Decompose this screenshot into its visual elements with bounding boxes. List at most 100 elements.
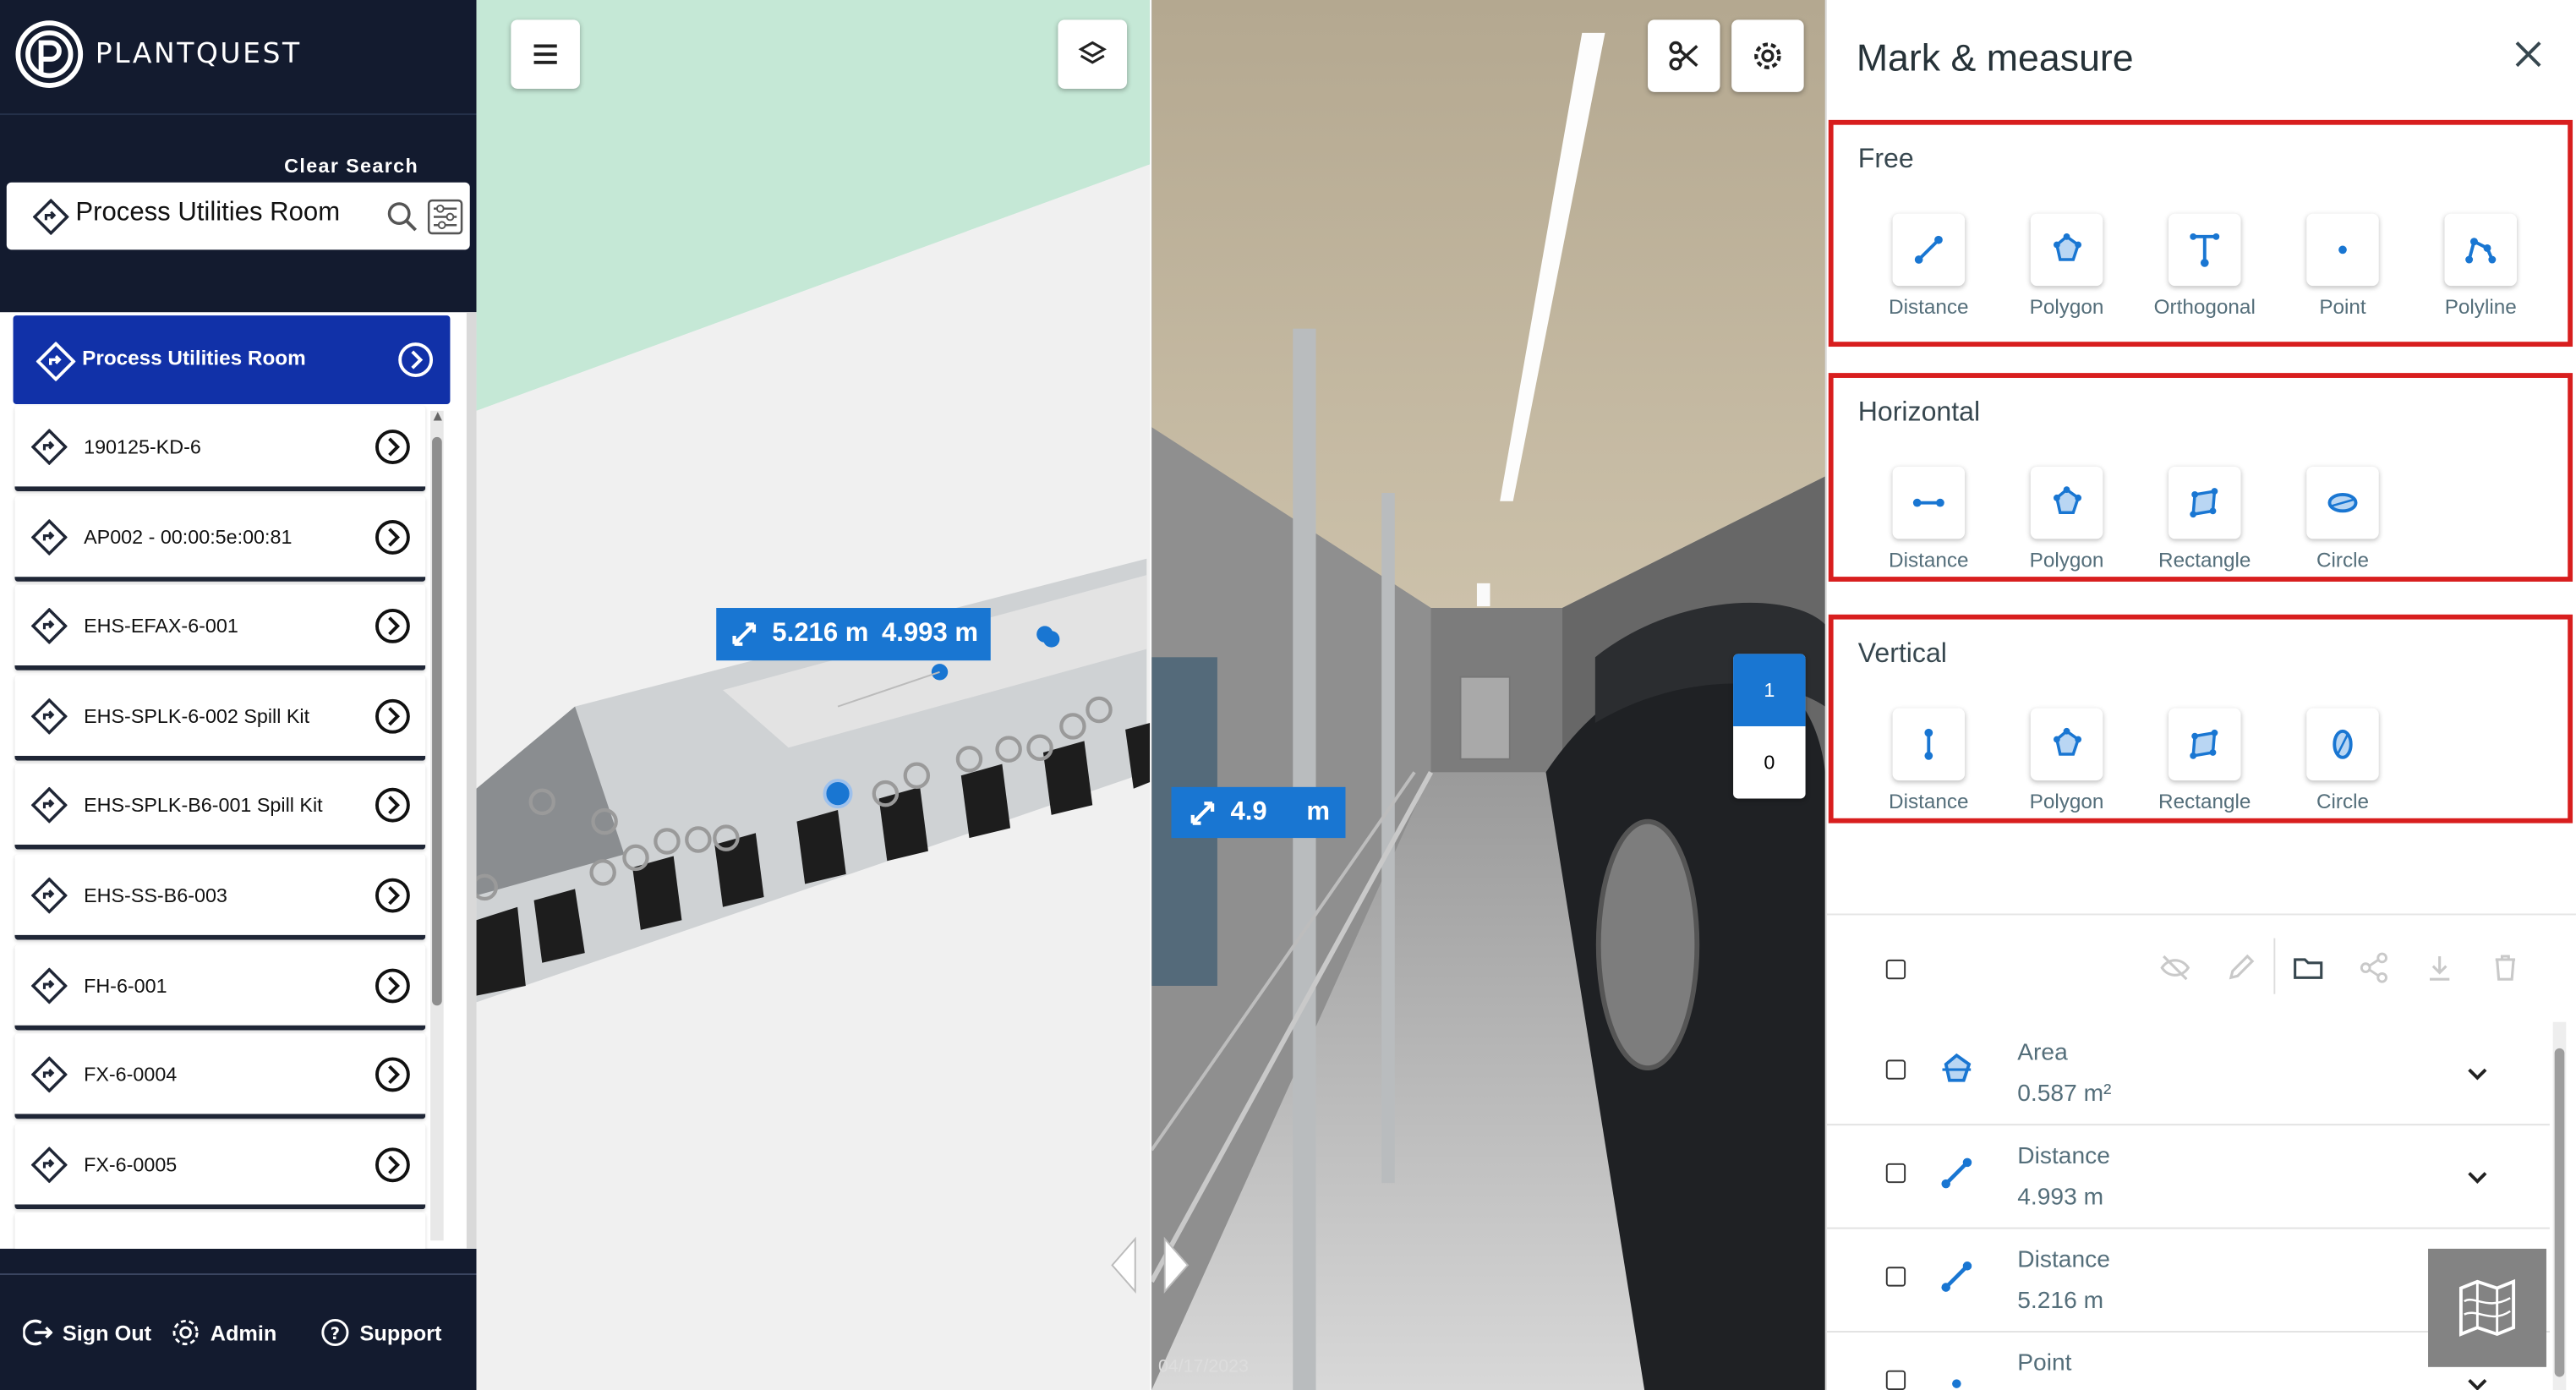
chevron-left-icon[interactable] <box>1109 1235 1139 1294</box>
row-checkbox[interactable] <box>1885 1267 1906 1287</box>
folder-icon[interactable] <box>2292 951 2325 984</box>
list-item[interactable]: 190125-KD-6 <box>14 405 426 492</box>
list-item[interactable]: EHS-SS-B6-003 <box>14 854 426 940</box>
admin-button[interactable]: Admin <box>171 1318 276 1348</box>
divider <box>2273 938 2276 994</box>
tool-polygon-button[interactable]: Polygon <box>1998 466 2136 572</box>
results-header[interactable]: Process Utilities Room <box>13 315 451 405</box>
tool-label: Polyline <box>2444 295 2517 320</box>
tool-distance-button[interactable]: Distance <box>1860 708 1998 813</box>
chevron-right-circle-icon[interactable] <box>397 342 434 386</box>
tool-rectangle-button[interactable]: Rectangle <box>2136 466 2273 572</box>
panel-scrollbar[interactable] <box>2552 1021 2567 1390</box>
chevron-right-circle-icon[interactable] <box>375 967 411 1011</box>
download-icon[interactable] <box>2423 951 2456 984</box>
plantquest-logo-icon <box>15 20 84 88</box>
chevron-down-icon[interactable] <box>2464 1372 2491 1390</box>
list-item-label: FX-6-0004 <box>84 1063 178 1086</box>
measurement-row[interactable]: Area 0.587 m² <box>1826 1022 2550 1126</box>
settings-button[interactable] <box>1731 19 1804 92</box>
select-all-checkbox[interactable] <box>1885 959 1906 980</box>
trash-icon[interactable] <box>2489 951 2522 984</box>
sign-out-icon <box>23 1319 53 1346</box>
tool-label: Distance <box>1889 295 1969 320</box>
list-item[interactable]: FX-6-0004 <box>14 1033 426 1119</box>
list-item[interactable]: FH-6-001 <box>14 944 426 1030</box>
edit-icon[interactable] <box>2224 951 2257 984</box>
support-button[interactable]: ? Support <box>320 1318 441 1348</box>
directions-icon <box>30 517 68 562</box>
filter-settings-icon[interactable] <box>427 199 463 243</box>
search-value: Process Utilities Room <box>75 199 341 227</box>
minimap-button[interactable] <box>2428 1248 2546 1367</box>
gear-icon <box>1754 42 1781 69</box>
chevron-right-circle-icon[interactable] <box>375 1146 411 1190</box>
measurement-row[interactable]: Distance 4.993 m <box>1826 1125 2550 1229</box>
chevron-right-circle-icon[interactable] <box>375 1057 411 1101</box>
distance-icon <box>1924 728 1933 760</box>
chevron-down-icon[interactable] <box>2464 1165 2491 1200</box>
floor-option-active[interactable]: 1 <box>1733 654 1806 726</box>
panorama-viewer[interactable]: 1 0 4.9 m 04/17/2023 <box>1151 0 1825 1390</box>
sidebar: PLANTQUEST Clear Search Process Utilitie… <box>0 0 477 1390</box>
tool-circle-button[interactable]: Circle <box>2273 466 2411 572</box>
scrollbar-thumb[interactable] <box>432 436 442 1006</box>
scroll-up-arrow[interactable]: ▲ <box>430 408 445 424</box>
menu-button[interactable] <box>511 19 580 89</box>
list-item-label: EHS-EFAX-6-001 <box>84 615 238 638</box>
polyline-icon <box>2465 238 2497 264</box>
hide-icon[interactable] <box>2158 951 2191 984</box>
map-measurement-label[interactable]: 5.216 m 4.993 m <box>716 608 992 661</box>
chevron-right-circle-icon[interactable] <box>375 518 411 562</box>
sign-out-button[interactable]: Sign Out <box>23 1318 151 1348</box>
tool-distance-button[interactable]: Distance <box>1860 213 1998 320</box>
tool-point-button[interactable]: Point <box>2273 213 2411 319</box>
chevron-right-circle-icon[interactable] <box>375 429 411 473</box>
scrollbar-thumb[interactable] <box>2554 1048 2565 1377</box>
row-checkbox[interactable] <box>1885 1163 1906 1184</box>
list-item[interactable]: FX-6-0005 <box>14 1123 426 1209</box>
clear-search-link[interactable]: Clear Search <box>284 155 418 178</box>
floor-option[interactable]: 0 <box>1733 726 1806 799</box>
tool-polyline-button[interactable]: Polyline <box>2412 213 2550 320</box>
list-item-label: EHS-SPLK-B6-001 Spill Kit <box>84 794 323 818</box>
tool-rectangle-button[interactable]: Rectangle <box>2136 708 2273 813</box>
tool-circle-button[interactable]: Circle <box>2273 708 2411 813</box>
panorama-image[interactable] <box>1151 0 1825 1390</box>
tool-orthogonal-button[interactable]: Orthogonal <box>2136 213 2273 319</box>
floor-selector[interactable]: 1 0 <box>1733 654 1806 799</box>
row-checkbox[interactable] <box>1885 1370 1906 1390</box>
chevron-right-circle-icon[interactable] <box>375 608 411 652</box>
list-item[interactable]: EHS-SPLK-6-002 Spill Kit <box>14 675 426 761</box>
chevron-right-circle-icon[interactable] <box>375 698 411 742</box>
layers-button[interactable] <box>1058 19 1128 89</box>
list-item[interactable]: AP002 - 00:00:5e:00:81 <box>14 495 426 582</box>
row-checkbox[interactable] <box>1885 1059 1906 1080</box>
share-icon[interactable] <box>2357 951 2390 984</box>
pano-measurement-label[interactable]: 4.9 m <box>1171 786 1347 839</box>
list-item[interactable]: EHS-SPLK-B6-001 Spill Kit <box>14 764 426 851</box>
results-list: Process Utilities Room ▲ 190125-KD-6 AP00… <box>0 312 477 1249</box>
list-item[interactable]: EHS-EFAX-6-001 <box>14 585 426 671</box>
tool-label: Distance <box>1889 790 1969 813</box>
tool-polygon-button[interactable]: Polygon <box>1998 213 2136 319</box>
search-icon[interactable] <box>386 200 419 242</box>
directions-icon <box>30 787 68 832</box>
search-input[interactable]: Process Utilities Room <box>6 182 470 250</box>
divider <box>0 1273 477 1276</box>
directions-icon <box>30 877 68 922</box>
group-title: Vertical <box>1857 638 1947 669</box>
orthogonal-icon <box>2190 233 2220 267</box>
chevron-right-circle-icon[interactable] <box>375 878 411 922</box>
tool-distance-button[interactable]: Distance <box>1860 466 1998 572</box>
chevron-right-circle-icon[interactable] <box>375 788 411 832</box>
map-canvas[interactable] <box>476 0 1151 1390</box>
chevron-down-icon[interactable] <box>2464 1061 2491 1096</box>
chevron-right-icon[interactable] <box>1162 1235 1191 1294</box>
floor-plan-map[interactable]: 5.216 m 4.993 m <box>476 0 1151 1390</box>
list-item[interactable] <box>14 1212 426 1249</box>
brand[interactable]: PLANTQUEST <box>14 19 302 89</box>
close-icon[interactable] <box>2513 40 2543 78</box>
tool-polygon-button[interactable]: Polygon <box>1998 708 2136 813</box>
scissors-button[interactable] <box>1648 19 1720 92</box>
